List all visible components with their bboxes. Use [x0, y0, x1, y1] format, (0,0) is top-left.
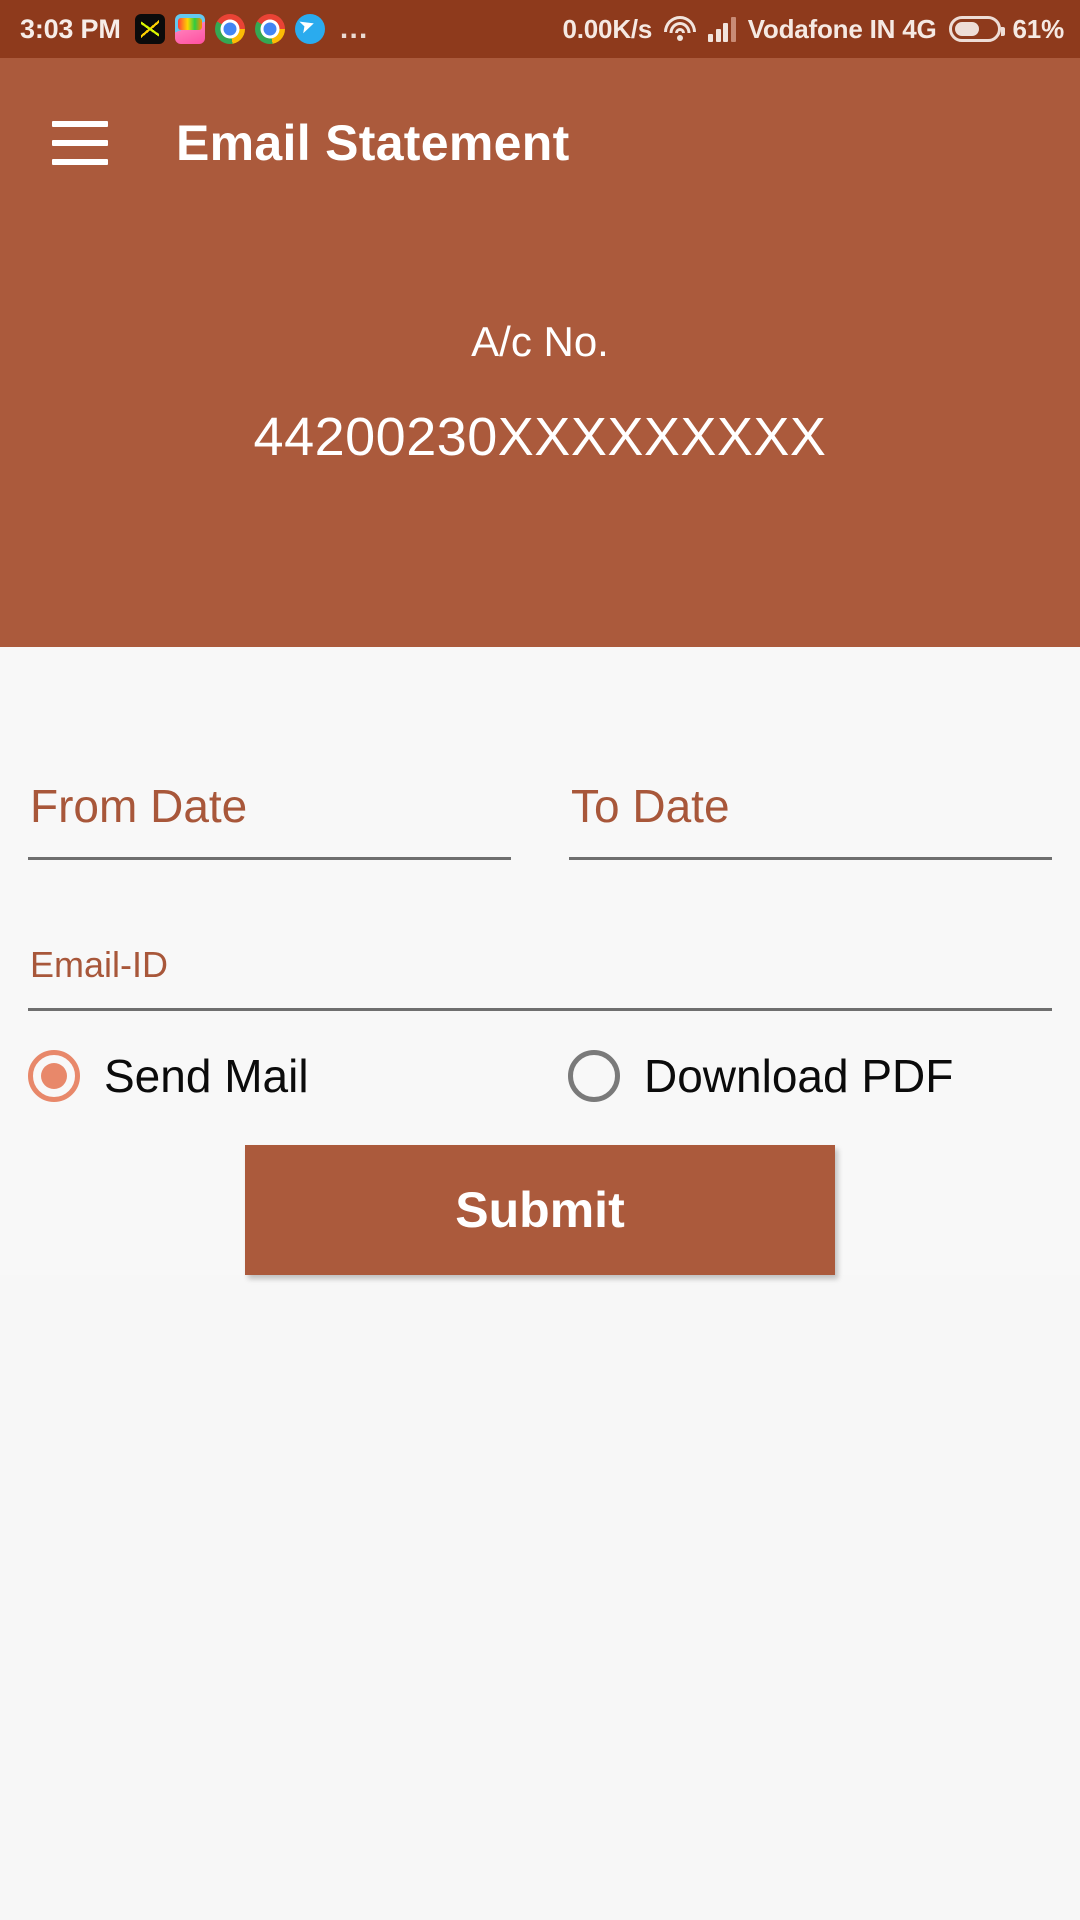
notification-overflow-icon: … — [338, 12, 371, 45]
to-date-input[interactable] — [569, 779, 1052, 860]
date-range-row — [28, 647, 1052, 860]
account-header: A/c No. 44200230XXXXXXXXX — [0, 228, 1080, 647]
wifi-icon — [664, 16, 697, 42]
delivery-option-group: Send Mail Download PDF — [28, 1049, 1052, 1103]
chrome-icon — [254, 14, 285, 44]
status-bar-time: 3:03 PM — [20, 13, 121, 44]
dance-app-icon — [134, 14, 165, 44]
status-bar-right-cluster: 0.00K/s Vodafone IN 4G 61% — [562, 13, 1065, 45]
page-title: Email Statement — [176, 115, 570, 171]
battery-percent-label: 61% — [1012, 13, 1065, 44]
status-bar-notification-icons: … — [134, 12, 371, 45]
radio-unselected-icon[interactable] — [568, 1050, 620, 1102]
submit-button[interactable]: Submit — [245, 1145, 835, 1275]
status-bar: 3:03 PM … 0.00K/s Vodafone IN 4G 61% — [0, 0, 1080, 58]
network-speed-text: 0.00K/s — [562, 13, 653, 44]
account-number-value: 44200230XXXXXXXXX — [253, 407, 827, 467]
account-number-label: A/c No. — [471, 318, 609, 365]
carrier-label: Vodafone IN 4G — [747, 13, 937, 44]
from-date-input[interactable] — [28, 779, 511, 860]
from-date-field — [28, 779, 511, 860]
telegram-icon — [294, 14, 325, 44]
hamburger-menu-icon[interactable] — [52, 121, 108, 165]
app-bar: Email Statement — [0, 58, 1080, 228]
email-id-field — [28, 944, 1052, 1011]
game-app-icon — [174, 14, 205, 44]
radio-label-send-mail: Send Mail — [104, 1050, 309, 1102]
radio-option-send-mail[interactable]: Send Mail — [28, 1049, 568, 1103]
battery-icon — [948, 16, 1005, 42]
submit-row: Submit — [28, 1145, 1052, 1275]
signal-icon — [708, 16, 736, 42]
radio-label-download-pdf: Download PDF — [644, 1050, 954, 1102]
chrome-icon — [214, 14, 245, 44]
statement-form: Send Mail Download PDF Submit — [0, 647, 1080, 1275]
to-date-field — [569, 779, 1052, 860]
radio-option-download-pdf[interactable]: Download PDF — [568, 1049, 953, 1103]
radio-selected-icon[interactable] — [28, 1050, 80, 1102]
email-id-input[interactable] — [28, 944, 1052, 1011]
